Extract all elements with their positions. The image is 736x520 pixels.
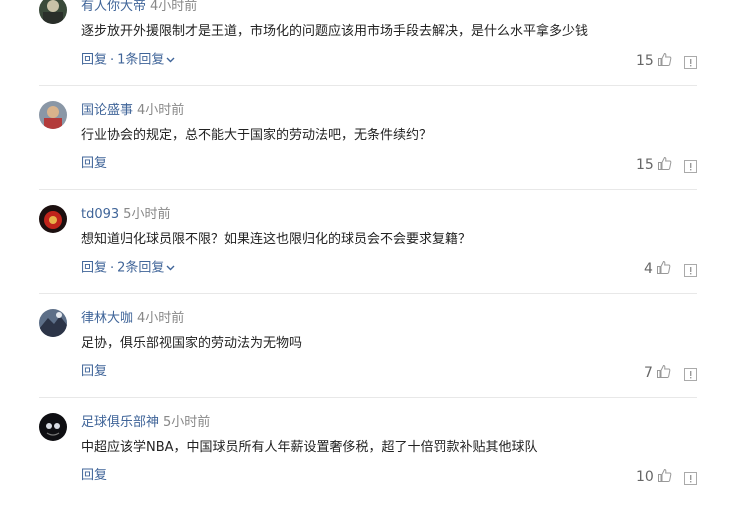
separator-dot: · [110, 52, 115, 68]
divider [39, 293, 697, 294]
comment-text: 行业协会的规定，总不能大于国家的劳动法吧，无条件续约？ [81, 128, 433, 143]
divider [39, 397, 697, 398]
chevron-down-icon[interactable] [166, 52, 175, 68]
like-count: 7 [644, 365, 653, 381]
thumbs-up-icon[interactable] [657, 468, 672, 487]
comment-text: 中超应该学NBA，中国球员所有人年薪设置奢侈税，超了十倍罚款补贴其他球队 [81, 440, 538, 455]
like-count: 4 [644, 261, 653, 277]
reply-link[interactable]: 回复 [81, 156, 107, 171]
avatar[interactable] [39, 101, 67, 129]
thumbs-up-icon[interactable] [657, 52, 672, 71]
reply-link[interactable]: 回复 [81, 468, 107, 483]
avatar[interactable] [39, 309, 67, 337]
view-replies-link[interactable]: 2条回复 [117, 261, 164, 276]
like-count: 15 [636, 157, 654, 173]
comment-item: 国论盛事 4小时前 行业协会的规定，总不能大于国家的劳动法吧，无条件续约？ 回复 … [0, 101, 736, 208]
reply-link[interactable]: 回复 [81, 261, 107, 276]
report-icon[interactable] [684, 366, 697, 381]
comment-text: 想知道归化球员限不限？如果连这也限归化的球员会不会要求复籍？ [81, 232, 472, 247]
separator-dot: · [110, 260, 115, 276]
divider [39, 85, 697, 86]
reply-link[interactable]: 回复 [81, 53, 107, 68]
thumbs-up-icon[interactable] [656, 364, 671, 383]
comment-time: 4小时前 [150, 0, 198, 14]
comment-time: 5小时前 [163, 415, 211, 430]
like-count: 10 [636, 469, 654, 485]
comment-username[interactable]: 律林大咖 [81, 311, 133, 326]
chevron-down-icon[interactable] [166, 260, 175, 276]
comment-username[interactable]: td093 [81, 207, 119, 222]
thumbs-up-icon[interactable] [656, 260, 671, 279]
reply-link[interactable]: 回复 [81, 364, 107, 379]
avatar[interactable] [39, 0, 67, 24]
comment-item: 律林大咖 4小时前 足协，俱乐部视国家的劳动法为无物吗 回复 7 [0, 309, 736, 416]
report-icon[interactable] [684, 470, 697, 485]
comment-username[interactable]: 足球俱乐部神 [81, 415, 159, 430]
comment-time: 4小时前 [137, 311, 185, 326]
comment-item: td093 5小时前 想知道归化球员限不限？如果连这也限归化的球员会不会要求复籍？… [0, 205, 736, 312]
comment-username[interactable]: 有人你大帝 [81, 0, 146, 14]
comment-time: 5小时前 [123, 207, 171, 222]
comment-item: 有人你大帝 4小时前 逐步放开外援限制才是王道，市场化的问题应该用市场手段去解决，… [0, 0, 736, 104]
comment-text: 足协，俱乐部视国家的劳动法为无物吗 [81, 336, 303, 351]
thumbs-up-icon[interactable] [657, 156, 672, 175]
comment-text: 逐步放开外援限制才是王道，市场化的问题应该用市场手段去解决，是什么水平拿多少钱 [81, 24, 589, 39]
divider [39, 189, 697, 190]
avatar[interactable] [39, 205, 67, 233]
report-icon[interactable] [684, 158, 697, 173]
avatar[interactable] [39, 413, 67, 441]
like-count: 15 [636, 53, 654, 69]
comment-time: 4小时前 [137, 103, 185, 118]
comment-username[interactable]: 国论盛事 [81, 103, 133, 118]
view-replies-link[interactable]: 1条回复 [117, 53, 164, 68]
report-icon[interactable] [684, 54, 697, 69]
comment-item: 足球俱乐部神 5小时前 中超应该学NBA，中国球员所有人年薪设置奢侈税，超了十倍罚… [0, 413, 736, 520]
report-icon[interactable] [684, 262, 697, 277]
